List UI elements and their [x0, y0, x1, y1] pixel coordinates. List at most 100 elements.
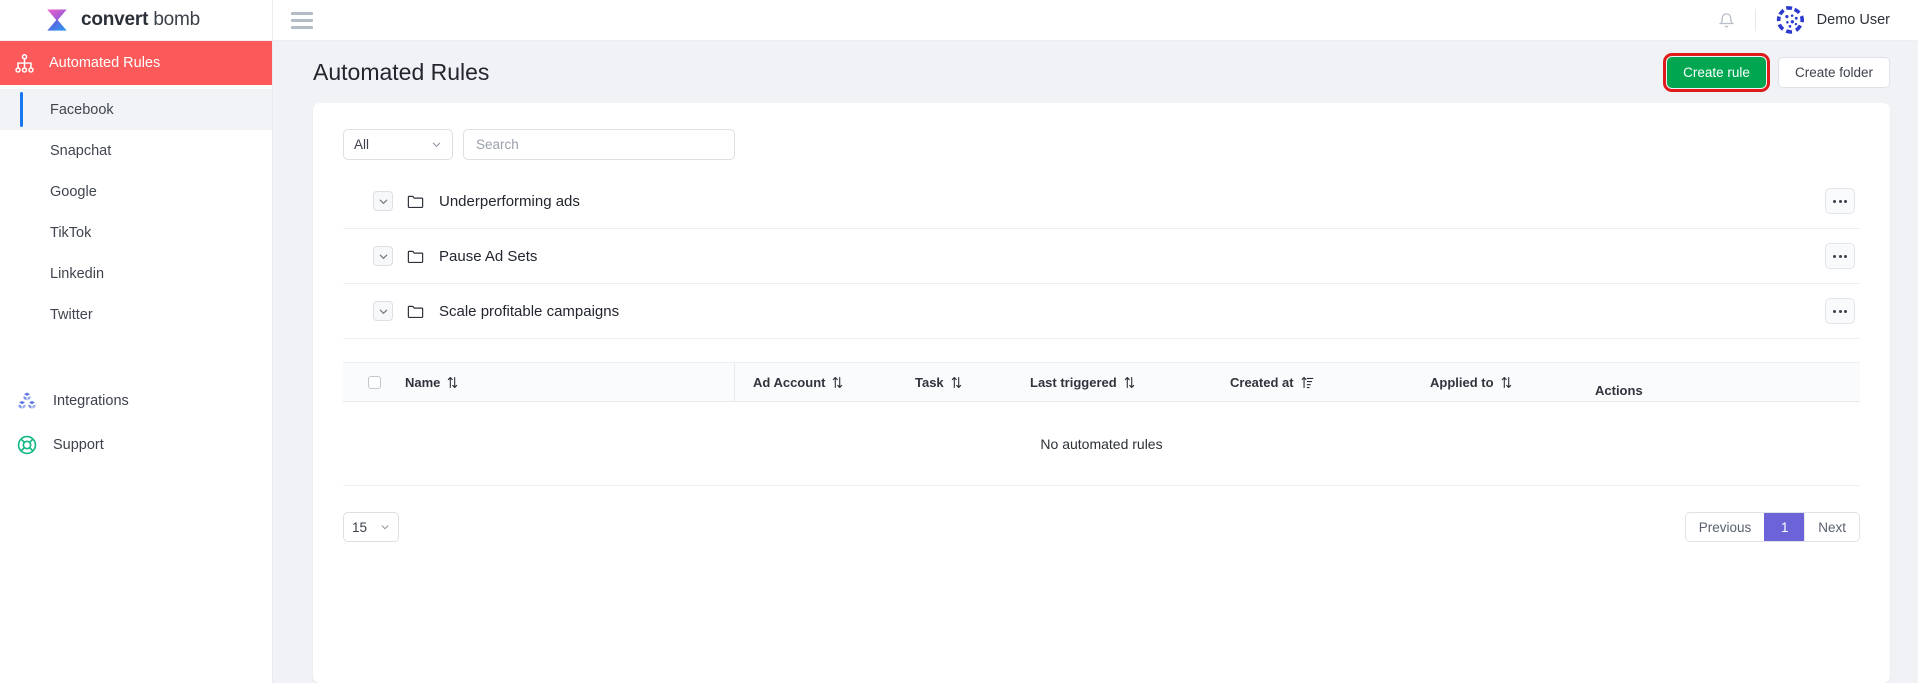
sort-ascending-lines-icon: [1301, 376, 1314, 388]
sidebar-item-automated-rules-label: Automated Rules: [49, 55, 161, 71]
sitemap-icon: [15, 53, 34, 73]
ellipsis-icon: [1838, 199, 1842, 203]
rules-card: All Underperforming ads: [313, 103, 1890, 683]
folder-expand-toggle[interactable]: [373, 246, 393, 266]
bell-icon[interactable]: [1718, 12, 1735, 29]
sort-updown-icon: [1124, 376, 1134, 388]
topbar: Demo User: [273, 0, 1918, 41]
folder-actions-button[interactable]: [1825, 298, 1855, 324]
sidebar-bottom-list: Integrations Support: [0, 379, 272, 467]
folder-row[interactable]: Pause Ad Sets: [343, 229, 1860, 284]
pagination-page-1-button[interactable]: 1: [1764, 513, 1805, 541]
app-root: convert bomb Automated Rules Facebook Sn…: [0, 0, 1918, 683]
column-header-task-label: Task: [915, 374, 944, 390]
rules-table: Name Ad Account Task Last triggered Crea…: [343, 362, 1860, 486]
column-header-last-triggered[interactable]: Last triggered: [1030, 363, 1230, 401]
create-rule-button[interactable]: Create rule: [1663, 52, 1770, 92]
folder-expand-toggle[interactable]: [373, 301, 393, 321]
column-header-applied-to[interactable]: Applied to: [1430, 363, 1595, 401]
sidebar-item-support-label: Support: [53, 437, 104, 453]
sort-updown-icon: [951, 376, 961, 388]
pagination-next-button[interactable]: Next: [1804, 513, 1859, 541]
folder-row[interactable]: Scale profitable campaigns: [343, 284, 1860, 339]
page-title: Automated Rules: [313, 58, 490, 85]
sidebar-item-tiktok[interactable]: TikTok: [0, 212, 272, 253]
search-input[interactable]: [476, 137, 722, 152]
sidebar-item-integrations-label: Integrations: [53, 393, 129, 409]
ellipsis-icon: [1844, 254, 1847, 258]
ellipsis-icon: [1833, 309, 1836, 313]
identicon-avatar[interactable]: [1775, 5, 1806, 35]
sidebar-item-facebook[interactable]: Facebook: [0, 89, 272, 130]
column-header-created-at-label: Created at: [1230, 374, 1294, 390]
card-footer-gap: [343, 542, 1860, 558]
search-input-wrapper[interactable]: [463, 129, 735, 160]
brand-name-bold: convert: [81, 9, 149, 30]
page-header: Automated Rules Create rule Create folde…: [273, 41, 1918, 103]
chevron-down-icon: [432, 142, 441, 148]
pagination-previous-button[interactable]: Previous: [1685, 513, 1765, 541]
create-folder-button[interactable]: Create folder: [1777, 56, 1890, 88]
folder-icon: [406, 247, 425, 266]
hamburger-icon[interactable]: [291, 11, 313, 29]
column-header-ad-account[interactable]: Ad Account: [735, 363, 915, 401]
select-all-cell[interactable]: [343, 363, 405, 401]
sidebar-item-support[interactable]: Support: [0, 423, 272, 467]
folder-row[interactable]: Underperforming ads: [343, 174, 1860, 229]
chevron-down-icon: [381, 525, 389, 530]
folder-icon: [406, 302, 425, 321]
ellipsis-icon: [1833, 254, 1836, 258]
sidebar: convert bomb Automated Rules Facebook Sn…: [0, 0, 273, 683]
sort-updown-icon: [1501, 376, 1511, 388]
folder-expand-toggle[interactable]: [373, 191, 393, 211]
hamburger-bar: [291, 25, 313, 29]
sidebar-channel-list: Facebook Snapchat Google TikTok Linkedin…: [0, 85, 272, 335]
sidebar-item-snapchat[interactable]: Snapchat: [0, 130, 272, 171]
column-header-name-label: Name: [405, 374, 441, 390]
column-header-last-triggered-label: Last triggered: [1030, 374, 1117, 390]
ellipsis-icon: [1844, 199, 1847, 203]
user-name-label: Demo User: [1816, 12, 1890, 28]
channel-filter-select[interactable]: All: [343, 129, 453, 160]
page-size-select[interactable]: 15: [343, 512, 399, 542]
folder-actions-button[interactable]: [1825, 243, 1855, 269]
chevron-down-icon: [379, 199, 387, 204]
column-header-applied-to-label: Applied to: [1430, 374, 1494, 390]
sidebar-item-google-label: Google: [50, 183, 97, 200]
folder-actions-button[interactable]: [1825, 188, 1855, 214]
hourglass-logo-icon: [47, 9, 67, 31]
cubes-icon: [17, 391, 37, 411]
ellipsis-icon: [1833, 199, 1836, 203]
sidebar-item-linkedin[interactable]: Linkedin: [0, 253, 272, 294]
ellipsis-icon: [1838, 309, 1842, 313]
checkbox-icon[interactable]: [367, 375, 381, 389]
sidebar-item-snapchat-label: Snapchat: [50, 142, 112, 159]
sidebar-item-twitter-label: Twitter: [50, 306, 93, 323]
column-header-task[interactable]: Task: [915, 363, 1030, 401]
lifebuoy-icon: [17, 435, 37, 455]
brand-name-light: bomb: [148, 9, 201, 30]
table-empty-state: No automated rules: [343, 402, 1860, 486]
topbar-divider: [1754, 9, 1756, 31]
brand[interactable]: convert bomb: [0, 0, 272, 41]
pagination: Previous 1 Next: [1684, 512, 1860, 542]
filters-row: All: [343, 123, 1860, 174]
table-empty-message: No automated rules: [1040, 435, 1163, 452]
sidebar-item-automated-rules[interactable]: Automated Rules: [0, 41, 272, 85]
column-header-actions: Actions: [1595, 363, 1860, 401]
folder-icon: [406, 192, 425, 211]
hamburger-bar: [291, 18, 313, 22]
brand-name: convert bomb: [81, 9, 200, 31]
main-content: Demo User Automated Rules Create rule Cr…: [273, 0, 1918, 683]
column-header-name[interactable]: Name: [405, 363, 735, 401]
channel-filter-value: All: [354, 137, 370, 152]
folder-name: Pause Ad Sets: [439, 247, 538, 265]
sidebar-item-integrations[interactable]: Integrations: [0, 379, 272, 423]
folder-name: Underperforming ads: [439, 192, 580, 210]
sidebar-item-google[interactable]: Google: [0, 171, 272, 212]
column-header-created-at[interactable]: Created at: [1230, 363, 1430, 401]
sidebar-item-tiktok-label: TikTok: [50, 224, 92, 241]
column-header-actions-label: Actions: [1595, 383, 1643, 398]
sidebar-item-twitter[interactable]: Twitter: [0, 294, 272, 335]
page-size-value: 15: [352, 519, 368, 535]
